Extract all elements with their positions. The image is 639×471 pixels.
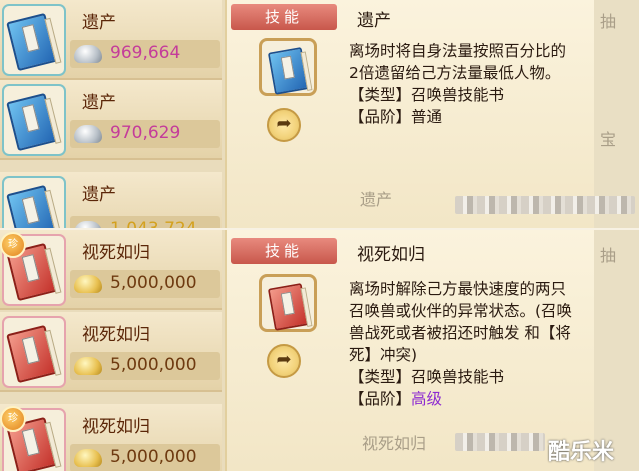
gold-ingot-icon [74, 275, 102, 293]
grade-label: 【品阶】 [349, 108, 412, 126]
item-price: 970,629 [110, 123, 181, 143]
tooltip-item-icon [259, 38, 317, 96]
blue-skill-book-icon [267, 46, 316, 98]
silver-ingot-icon [74, 125, 102, 143]
silver-ingot-icon [74, 45, 102, 63]
item-icon-frame [2, 316, 66, 388]
blurred-region [455, 433, 545, 451]
blurred-region [455, 196, 635, 214]
rare-badge-icon: 珍 [0, 406, 26, 432]
desc-line: 兽战死或者被招还时触发 和【将 [349, 324, 571, 342]
item-icon-frame [2, 4, 66, 76]
skill-tab[interactable]: 技能 [231, 238, 337, 264]
list-item[interactable]: 遗产 970,629 [0, 80, 222, 160]
list-item[interactable]: 视死如归 5,000,000 [0, 312, 222, 392]
item-name: 视死如归 [82, 325, 150, 345]
item-name: 遗产 [82, 13, 116, 33]
watermark-logo: 酷乐米 [548, 440, 615, 465]
price-box: 969,664 [70, 40, 220, 68]
ghost-label: 视死如归 [362, 434, 427, 453]
item-list: 珍 视死如归 5,000,000 视死如归 5,000,000 珍 视死如归 5… [0, 230, 222, 471]
list-item[interactable]: 珍 视死如归 5,000,000 [0, 230, 222, 310]
grade-line: 【品阶】普通 [349, 106, 631, 128]
gold-ingot-icon [74, 357, 102, 375]
gold-ingot-icon [74, 449, 102, 467]
item-icon-frame [2, 176, 66, 230]
tooltip-title: 视死如归 [357, 245, 425, 265]
rare-badge-icon: 珍 [0, 232, 26, 258]
grade-label: 【品阶】 [349, 390, 412, 408]
item-name: 遗产 [82, 185, 116, 205]
item-icon-frame [2, 84, 66, 156]
bottom-shop-panel: 珍 视死如归 5,000,000 视死如归 5,000,000 珍 视死如归 5… [0, 230, 639, 471]
list-item[interactable]: 遗产 1,043,724 [0, 172, 222, 230]
share-icon[interactable]: ➦ [267, 344, 301, 378]
item-icon-frame: 珍 [0, 232, 66, 306]
blue-skill-book-icon [6, 183, 66, 230]
price-box: 5,000,000 [70, 270, 220, 298]
tooltip-description: 离场时解除己方最快速度的两只 召唤兽或伙伴的异常状态。(召唤 兽战死或者被招还时… [349, 278, 631, 410]
tooltip-description: 离场时将自身法量按照百分比的 2倍遗留给己方法量最低人物。 【类型】召唤兽技能书… [349, 40, 631, 128]
desc-line: 2倍遗留给己方法量最低人物。 [349, 64, 561, 82]
price-box: 5,000,000 [70, 352, 220, 380]
price-box: 970,629 [70, 120, 220, 148]
grade-value: 普通 [411, 108, 443, 126]
desc-line: 离场时将自身法量按照百分比的 [349, 42, 567, 60]
price-box: 5,000,000 [70, 444, 220, 471]
blue-skill-book-icon [6, 11, 66, 75]
tooltip-title: 遗产 [357, 11, 391, 31]
list-item[interactable]: 珍 视死如归 5,000,000 [0, 404, 222, 471]
ghost-label: 抽 [600, 246, 617, 265]
ghost-label: 抽 [600, 12, 617, 31]
share-icon[interactable]: ➦ [267, 108, 301, 142]
skill-tab[interactable]: 技能 [231, 4, 337, 30]
item-price: 969,664 [110, 43, 181, 63]
grade-line: 【品阶】高级 [349, 388, 631, 410]
top-shop-panel: 遗产 969,664 遗产 970,629 遗产 1,043,724 技能 遗产… [0, 0, 639, 230]
item-price: 5,000,000 [110, 355, 197, 375]
list-item[interactable]: 遗产 969,664 [0, 0, 222, 80]
desc-line: 死】冲突) [349, 346, 418, 364]
grade-value: 高级 [411, 390, 443, 408]
item-name: 视死如归 [82, 243, 150, 263]
ghost-label: 遗产 [360, 190, 393, 209]
tooltip-item-icon [259, 274, 317, 332]
blue-skill-book-icon [6, 91, 66, 155]
red-skill-book-icon [267, 282, 316, 334]
item-icon-frame: 珍 [0, 406, 66, 471]
item-price: 5,000,000 [110, 273, 197, 293]
item-name: 遗产 [82, 93, 116, 113]
type-line: 【类型】召唤兽技能书 [349, 86, 505, 104]
red-skill-book-icon [6, 323, 66, 387]
item-price: 5,000,000 [110, 447, 197, 467]
desc-line: 召唤兽或伙伴的异常状态。(召唤 [349, 302, 573, 320]
desc-line: 离场时解除己方最快速度的两只 [349, 280, 567, 298]
item-list: 遗产 969,664 遗产 970,629 遗产 1,043,724 [0, 0, 222, 230]
item-name: 视死如归 [82, 417, 150, 437]
ghost-label: 宝 [600, 130, 617, 149]
type-line: 【类型】召唤兽技能书 [349, 368, 505, 386]
